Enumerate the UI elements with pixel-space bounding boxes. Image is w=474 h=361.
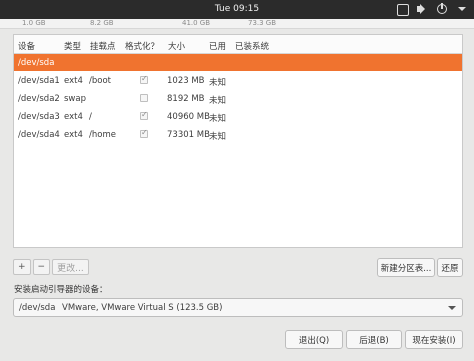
- volume-icon[interactable]: [416, 3, 428, 15]
- format-checkbox[interactable]: [140, 128, 148, 138]
- partition-table[interactable]: 设备 类型 挂载点 格式化？ 大小 已用 已装系统 /dev/sda /dev/…: [13, 34, 463, 248]
- format-checkbox[interactable]: [140, 94, 148, 102]
- network-icon[interactable]: [396, 3, 409, 16]
- device-cell: /dev/sda1: [18, 76, 60, 86]
- column-format[interactable]: 格式化？: [125, 40, 159, 52]
- chevron-down-icon: [448, 306, 456, 310]
- table-header: 设备 类型 挂载点 格式化？ 大小 已用 已装系统: [14, 35, 462, 54]
- table-row[interactable]: /dev/sda4 ext4 /home 73301 MB 未知: [14, 126, 462, 143]
- device-cell: /dev/sda2: [18, 94, 60, 104]
- used-cell: 未知: [209, 78, 227, 88]
- type-cell: ext4: [64, 130, 83, 140]
- change-partition-button[interactable]: 更改...: [52, 259, 89, 275]
- type-cell: swap: [64, 94, 86, 104]
- size-cell: 8192 MB: [167, 94, 205, 104]
- table-row[interactable]: /dev/sda1 ext4 /boot 1023 MB 未知: [14, 72, 462, 89]
- mount-cell: /: [89, 112, 92, 122]
- format-checkbox[interactable]: [140, 110, 148, 120]
- size-label: 8.2 GB: [90, 19, 114, 27]
- device-cell: /dev/sda4: [18, 130, 60, 140]
- table-row[interactable]: /dev/sda2 swap 8192 MB 未知: [14, 90, 462, 107]
- size-cell: 1023 MB: [167, 76, 205, 86]
- column-system[interactable]: 已装系统: [235, 40, 269, 52]
- disk-name: /dev/sda: [18, 58, 55, 68]
- partition-toolbar: + − 更改...: [13, 259, 89, 275]
- table-row[interactable]: /dev/sda3 ext4 / 40960 MB 未知: [14, 108, 462, 125]
- column-used[interactable]: 已用: [209, 40, 226, 52]
- top-panel: Tue 09:15: [0, 0, 474, 19]
- quit-button[interactable]: 退出(Q): [285, 330, 343, 349]
- used-cell: 未知: [209, 96, 227, 106]
- size-cell: 73301 MB: [167, 130, 210, 140]
- size-label: 1.0 GB: [22, 19, 46, 27]
- system-tray[interactable]: [396, 3, 468, 16]
- type-cell: ext4: [64, 112, 83, 122]
- column-device[interactable]: 设备: [18, 40, 35, 52]
- column-type[interactable]: 类型: [64, 40, 81, 52]
- partition-size-bar: 1.0 GB 8.2 GB 41.0 GB 73.3 GB: [0, 19, 474, 29]
- install-now-button[interactable]: 现在安装(I): [405, 330, 463, 349]
- new-partition-table-button[interactable]: 新建分区表...: [377, 258, 435, 277]
- column-size[interactable]: 大小: [168, 40, 185, 52]
- power-icon[interactable]: [436, 3, 448, 15]
- size-label: 41.0 GB: [182, 19, 211, 27]
- bootloader-device: /dev/sda: [19, 303, 56, 313]
- size-cell: 40960 MB: [167, 112, 210, 122]
- mount-cell: /home: [89, 130, 116, 140]
- size-label: 73.3 GB: [248, 19, 277, 27]
- chevron-down-icon[interactable]: [456, 3, 468, 15]
- remove-partition-button[interactable]: −: [32, 259, 51, 275]
- add-partition-button[interactable]: +: [13, 259, 31, 275]
- used-cell: 未知: [209, 114, 227, 124]
- type-cell: ext4: [64, 76, 83, 86]
- bootloader-device-description: VMware, VMware Virtual S (123.5 GB): [62, 303, 223, 313]
- column-mount[interactable]: 挂载点: [90, 40, 116, 52]
- bootloader-label: 安装启动引导器的设备：: [14, 285, 108, 295]
- used-cell: 未知: [209, 132, 227, 142]
- revert-button[interactable]: 还原: [437, 258, 463, 277]
- device-cell: /dev/sda3: [18, 112, 60, 122]
- bootloader-device-select[interactable]: /dev/sda VMware, VMware Virtual S (123.5…: [13, 298, 463, 317]
- table-row-disk[interactable]: /dev/sda: [14, 54, 462, 71]
- mount-cell: /boot: [89, 76, 111, 86]
- back-button[interactable]: 后退(B): [346, 330, 402, 349]
- format-checkbox[interactable]: [140, 74, 148, 84]
